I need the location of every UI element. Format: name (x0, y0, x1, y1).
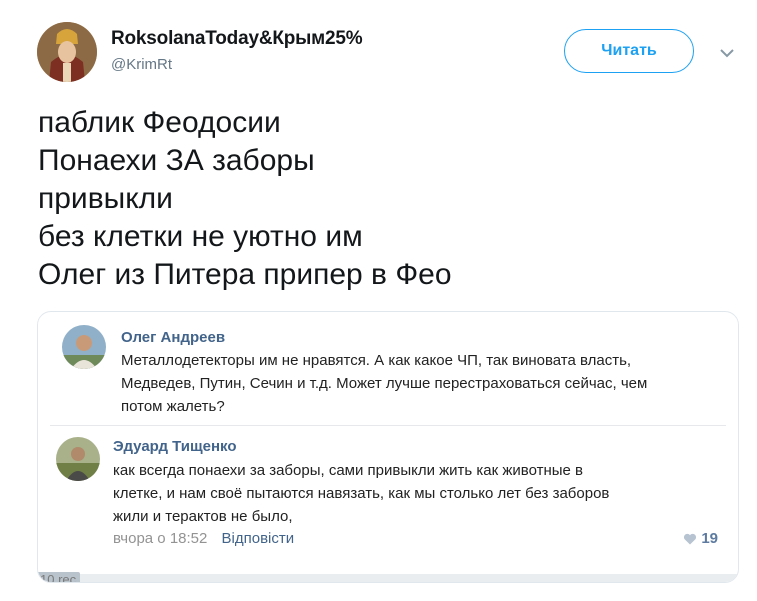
tweet-text: паблик Феодосии Понаехи ЗА заборы привык… (38, 104, 718, 294)
comment-line: потом жалеть? (121, 398, 225, 415)
reply-link[interactable]: Відповісти (222, 530, 295, 547)
tweet-line: Понаехи ЗА заборы (38, 144, 315, 177)
chevron-down-icon (720, 48, 734, 57)
user-info: RoksolanaToday&Крым25% @KrimRt (111, 28, 363, 73)
commenter-avatar-icon (56, 437, 100, 481)
comment-line: Металлодетекторы им не нравятся. А как к… (121, 352, 632, 369)
comment-line: Медведев, Путин, Сечин и т.д. Может лучш… (121, 375, 648, 392)
cropped-label: 10 rec (38, 572, 81, 582)
user-handle[interactable]: @KrimRt (111, 56, 362, 73)
commenter-avatar-icon (62, 325, 106, 369)
comment-text: как всегда понаехи за заборы, сами привы… (113, 459, 609, 528)
follow-button[interactable]: Читать (564, 29, 694, 73)
comment-author[interactable]: Эдуард Тищенко (113, 438, 237, 455)
comment-line: как всегда понаехи за заборы, сами привы… (113, 462, 584, 479)
tweet-line: привыкли (38, 182, 173, 215)
comment-time: вчора о 18:52 (113, 530, 208, 547)
commenter-avatar[interactable] (56, 437, 100, 481)
like-count: 19 (701, 530, 718, 547)
comment: Эдуард Тищенко как всегда понаехи за заб… (38, 426, 738, 556)
attached-screenshot[interactable]: Олег Андреев Металлодетекторы им не нрав… (37, 311, 739, 583)
comment-line: клетке, и нам своё пытаются навязать, ка… (113, 485, 610, 502)
comment-line: жили и терактов не было, (113, 508, 293, 525)
comment-text: Металлодетекторы им не нравятся. А как к… (121, 349, 647, 418)
comment-meta: вчора о 18:52 Відповісти (113, 530, 294, 547)
tweet-line: Олег из Питера припер в Фео (38, 258, 452, 291)
comment-author[interactable]: Олег Андреев (121, 329, 225, 346)
tweet-header: RoksolanaToday&Крым25% @KrimRt Читать (37, 22, 737, 84)
cropped-edge (38, 574, 738, 582)
user-avatar-icon (37, 22, 97, 82)
heart-icon (684, 533, 697, 544)
display-name[interactable]: RoksolanaToday&Крым25% (111, 28, 363, 50)
comment: Олег Андреев Металлодетекторы им не нрав… (38, 312, 738, 424)
more-options-button[interactable] (715, 42, 739, 64)
tweet-line: паблик Феодосии (38, 106, 281, 139)
tweet-line: без клетки не уютно им (38, 220, 363, 253)
like-button[interactable]: 19 (683, 530, 718, 547)
user-avatar[interactable] (37, 22, 97, 82)
commenter-avatar[interactable] (62, 325, 106, 369)
